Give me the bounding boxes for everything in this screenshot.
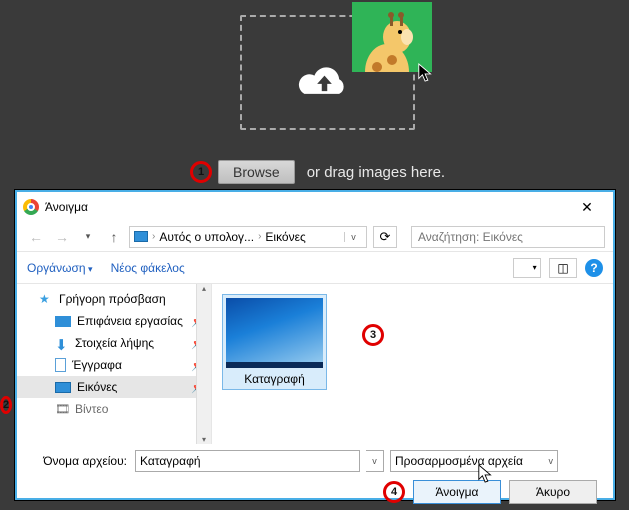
nav-forward-button[interactable]: → <box>51 226 73 248</box>
file-list-area[interactable]: Καταγραφή 3 <box>212 284 613 444</box>
document-icon <box>55 358 66 372</box>
chevron-right-icon: › <box>258 231 261 242</box>
new-folder-button[interactable]: Νέος φάκελος <box>111 261 185 275</box>
filename-input[interactable] <box>135 450 360 472</box>
chevron-down-icon: v <box>549 456 554 466</box>
addr-dropdown-icon[interactable]: v <box>344 232 362 242</box>
sidebar-item-label: Βίντεο <box>75 402 108 416</box>
sidebar-item-label: Επιφάνεια εργασίας <box>77 314 183 328</box>
download-icon: ⬇ <box>55 336 69 350</box>
cancel-button[interactable]: Άκυρο <box>509 480 597 504</box>
file-thumbnail[interactable]: Καταγραφή <box>222 294 327 390</box>
dialog-title: Άνοιγμα <box>45 200 88 214</box>
filename-dropdown[interactable]: v <box>366 450 384 472</box>
view-mode-button[interactable]: ▾ <box>513 258 541 278</box>
sidebar-item-documents[interactable]: Έγγραφα📌 <box>17 354 211 376</box>
sidebar-scrollbar[interactable] <box>196 284 211 444</box>
annotation-marker-4: 4 <box>383 481 405 503</box>
sidebar-item-quick-access[interactable]: ★ Γρήγορη πρόσβαση <box>17 288 211 310</box>
annotation-marker-3: 3 <box>362 324 384 346</box>
annotation-marker-2: 2 <box>0 396 12 414</box>
sidebar-item-label: Έγγραφα <box>72 358 122 372</box>
sidebar-item-pictures[interactable]: Εικόνες📌 <box>17 376 211 398</box>
sidebar: ★ Γρήγορη πρόσβαση Επιφάνεια εργασίας📌 ⬇ Σ… <box>17 284 212 444</box>
sidebar-item-label: Εικόνες <box>77 380 117 394</box>
filetype-label: Προσαρμοσμένα αρχεία <box>395 454 523 468</box>
pictures-icon <box>134 231 148 242</box>
thumbnail-image <box>226 298 323 368</box>
nav-back-button[interactable]: ← <box>25 226 47 248</box>
chevron-right-icon: › <box>152 231 155 242</box>
nav-up-button[interactable]: ↑ <box>103 226 125 248</box>
annotation-marker-1: 1 <box>190 161 212 183</box>
cursor-icon <box>417 62 435 89</box>
pictures-icon <box>55 382 71 393</box>
sidebar-item-label: Γρήγορη πρόσβαση <box>59 292 166 306</box>
upload-dropzone[interactable] <box>240 15 415 130</box>
breadcrumb-1[interactable]: Αυτός ο υπολογ... <box>159 230 254 244</box>
organize-menu[interactable]: Οργάνωση <box>27 261 93 275</box>
sidebar-item-videos[interactable]: 🎞 Βίντεο <box>17 398 211 420</box>
preview-pane-button[interactable]: ◫ <box>549 258 577 278</box>
desktop-icon <box>55 316 71 327</box>
file-name-label: Καταγραφή <box>226 368 323 386</box>
sidebar-item-desktop[interactable]: Επιφάνεια εργασίας📌 <box>17 310 211 332</box>
file-open-dialog: Άνοιγμα ✕ ← → ▾ ↑ › Αυτός ο υπολογ... › … <box>15 190 615 500</box>
refresh-button[interactable]: ⟳ <box>373 226 397 248</box>
thumbnail-icon <box>517 263 529 272</box>
dialog-titlebar[interactable]: Άνοιγμα ✕ <box>17 192 613 222</box>
star-icon: ★ <box>39 292 53 306</box>
filename-label: Όνομα αρχείου: <box>27 454 127 468</box>
browse-button[interactable]: Browse <box>218 160 295 184</box>
sidebar-item-label: Στοιχεία λήψης <box>75 336 154 350</box>
cursor-icon <box>477 463 495 490</box>
video-icon: 🎞 <box>55 402 69 416</box>
address-bar[interactable]: › Αυτός ο υπολογ... › Εικόνες v <box>129 226 367 248</box>
chrome-icon <box>23 199 39 215</box>
drag-hint-text: or drag images here. <box>307 164 445 181</box>
close-icon[interactable]: ✕ <box>567 199 607 216</box>
filetype-select[interactable]: Προσαρμοσμένα αρχεία v <box>390 450 558 472</box>
search-input[interactable] <box>411 226 605 248</box>
cloud-upload-icon <box>297 62 352 107</box>
breadcrumb-2[interactable]: Εικόνες <box>265 230 305 244</box>
sidebar-item-downloads[interactable]: ⬇Στοιχεία λήψης📌 <box>17 332 211 354</box>
help-icon[interactable]: ? <box>585 259 603 277</box>
nav-recent-button[interactable]: ▾ <box>77 226 99 248</box>
